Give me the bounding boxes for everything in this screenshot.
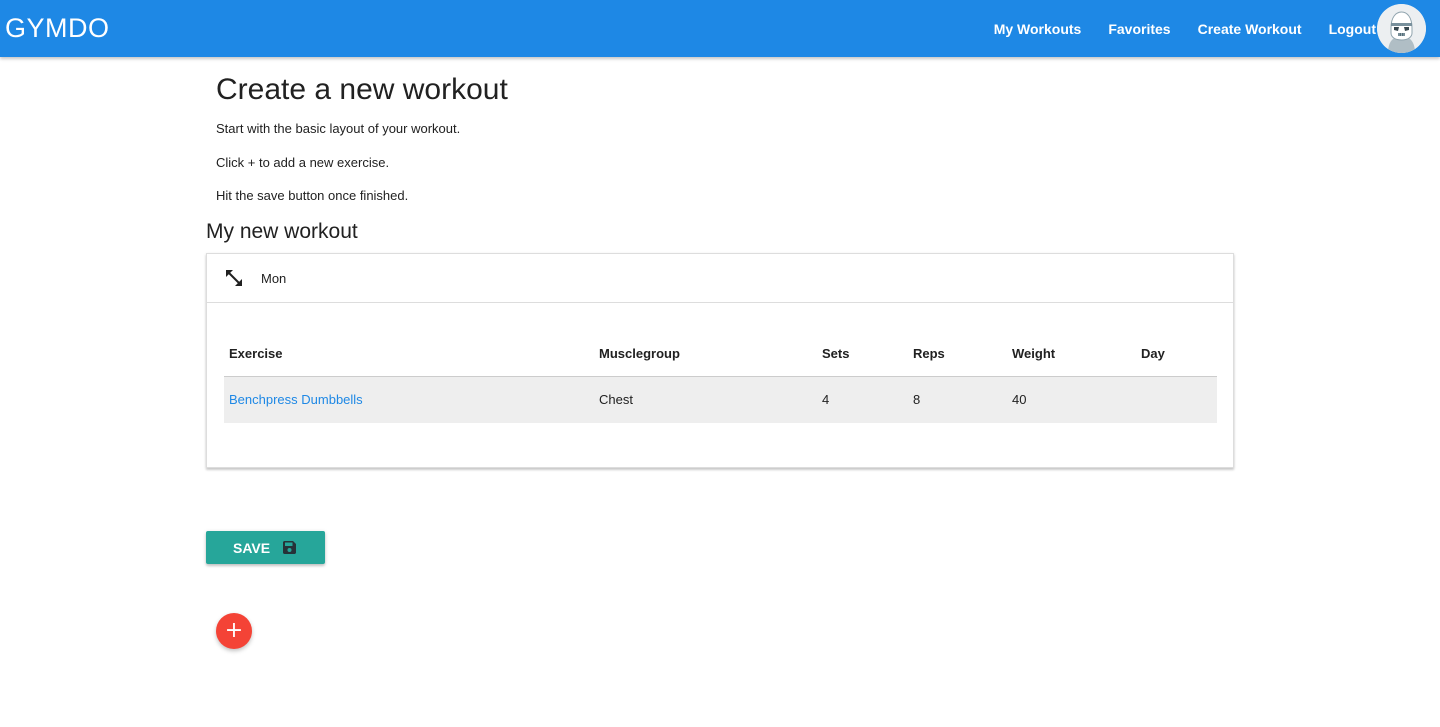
day-label: Mon [261, 271, 287, 286]
column-header-exercise: Exercise [229, 346, 283, 361]
nav-link-logout[interactable]: Logout [1329, 21, 1376, 37]
workout-day-card: Mon Exercise Musclegroup Sets Reps Weigh… [206, 253, 1234, 468]
exercise-link[interactable]: Benchpress Dumbbells [229, 377, 363, 423]
add-exercise-button[interactable]: + [216, 613, 252, 649]
expand-arrows-icon [223, 267, 245, 289]
user-avatar-icon[interactable] [1377, 4, 1426, 53]
instruction-text: Click + to add a new exercise. [216, 155, 390, 170]
nav-link-my-workouts[interactable]: My Workouts [994, 21, 1082, 37]
instruction-text: Hit the save button once finished. [216, 188, 409, 203]
floppy-disk-icon [283, 541, 296, 554]
day-collapsible-header[interactable]: Mon [207, 254, 1233, 303]
top-navbar: GYMDO My Workouts Favorites Create Worko… [0, 0, 1440, 57]
column-header-reps: Reps [913, 346, 945, 361]
column-header-weight: Weight [1012, 346, 1056, 361]
plus-icon: + [224, 618, 244, 643]
table-header-row: Exercise Musclegroup Sets Reps Weight Da… [224, 332, 1217, 377]
brand-logo[interactable]: GYMDO [5, 12, 110, 44]
musclegroup-cell: Chest [599, 392, 633, 407]
exercise-table: Exercise Musclegroup Sets Reps Weight Da… [224, 332, 1217, 423]
save-button[interactable]: Save [206, 531, 325, 564]
nav-link-favorites[interactable]: Favorites [1108, 21, 1170, 37]
weight-cell: 40 [1012, 392, 1027, 407]
column-header-sets: Sets [822, 346, 850, 361]
column-header-musclegroup: Musclegroup [599, 346, 680, 361]
nav-link-create-workout[interactable]: Create Workout [1198, 21, 1302, 37]
workout-name: My new workout [206, 220, 358, 243]
instruction-text: Start with the basic layout of your work… [216, 121, 461, 136]
column-header-day: Day [1141, 346, 1165, 361]
nav-links: My Workouts Favorites Create Workout Log… [967, 0, 1376, 57]
reps-cell: 8 [913, 392, 921, 407]
save-button-label: Save [233, 540, 271, 556]
page-title: Create a new workout [216, 73, 508, 106]
sets-cell: 4 [822, 392, 830, 407]
table-row: Benchpress Dumbbells Chest 4 8 40 [224, 377, 1217, 423]
